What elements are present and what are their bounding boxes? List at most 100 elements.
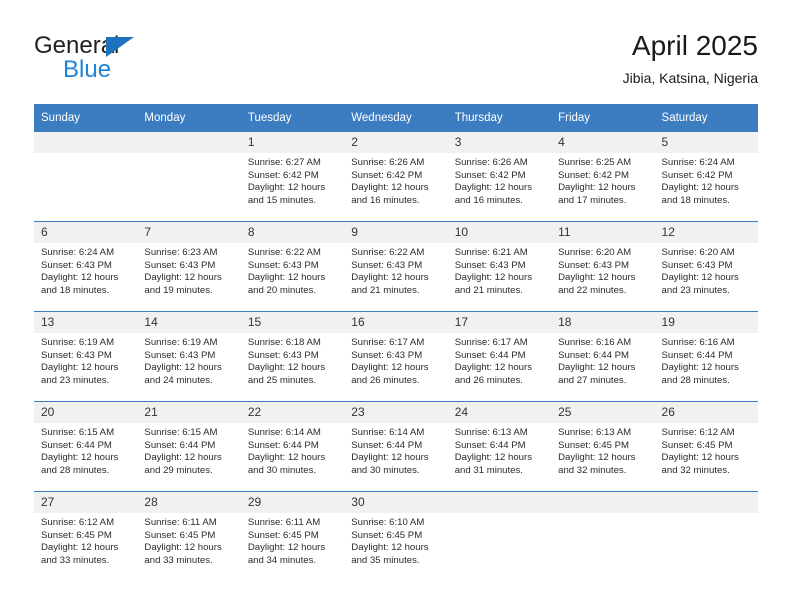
sunset-text: Sunset: 6:43 PM — [144, 259, 216, 271]
daylight-text-line2: and 15 minutes. — [247, 194, 317, 206]
calendar-day-cell[interactable]: 18 Sunrise: 6:16 AM Sunset: 6:44 PM Dayligh… — [551, 311, 655, 402]
sunset-text: Sunset: 6:42 PM — [558, 169, 630, 181]
daylight-text-line1: Daylight: 12 hours — [454, 272, 533, 284]
calendar-day-cell[interactable]: 30 Sunrise: 6:10 AM Sunset: 6:45 PM Dayligh… — [344, 491, 448, 581]
day-details: Sunrise: 6:11 AM Sunset: 6:45 PM Daylight:… — [137, 513, 240, 567]
page-header: General Blue April 2025 Jibia, Katsina, … — [34, 28, 758, 98]
daylight-text-line1: Daylight: 12 hours — [558, 272, 636, 284]
daylight-text-line1: Daylight: 12 hours — [41, 272, 119, 284]
daylight-text-line1: Daylight: 12 hours — [351, 272, 429, 284]
calendar-day-cell[interactable]: 5 Sunrise: 6:24 AM Sunset: 6:42 PM Daylight… — [654, 132, 758, 222]
sunrise-text: Sunrise: 6:23 AM — [144, 247, 218, 258]
day-number: 17 — [447, 312, 552, 333]
calendar-day-cell[interactable]: 7 Sunrise: 6:23 AM Sunset: 6:43 PM Daylight… — [137, 221, 241, 312]
calendar-day-cell[interactable]: 2 Sunrise: 6:26 AM Sunset: 6:42 PM Daylight… — [344, 132, 448, 222]
sunrise-text: Sunrise: 6:18 AM — [247, 337, 321, 348]
sunrise-text: Sunrise: 6:15 AM — [41, 427, 115, 438]
daylight-text-line2: and 21 minutes. — [454, 284, 523, 296]
day-number: 13 — [34, 312, 138, 333]
day-number: 18 — [551, 312, 655, 333]
day-number: 14 — [137, 312, 241, 333]
calendar-day-cell[interactable]: 25 Sunrise: 6:13 AM Sunset: 6:45 PM Dayligh… — [551, 401, 655, 492]
calendar-day-cell[interactable]: 3 Sunrise: 6:26 AM Sunset: 6:42 PM Daylight… — [447, 132, 552, 222]
sunset-text: Sunset: 6:45 PM — [247, 529, 319, 541]
calendar-day-cell[interactable]: 29 Sunrise: 6:11 AM Sunset: 6:45 PM Dayligh… — [240, 491, 345, 581]
sunset-text: Sunset: 6:42 PM — [351, 169, 423, 181]
day-number — [447, 492, 552, 513]
day-details: Sunrise: 6:19 AM Sunset: 6:43 PM Daylight:… — [34, 333, 137, 387]
sunset-text: Sunset: 6:43 PM — [41, 259, 112, 271]
calendar-day-cell[interactable]: 17 Sunrise: 6:17 AM Sunset: 6:44 PM Dayligh… — [447, 311, 552, 402]
calendar-day-cell[interactable]: 21 Sunrise: 6:15 AM Sunset: 6:44 PM Dayligh… — [137, 401, 241, 492]
daylight-text-line2: and 19 minutes. — [144, 284, 213, 296]
calendar-day-cell[interactable]: 4 Sunrise: 6:25 AM Sunset: 6:42 PM Daylight… — [551, 132, 655, 222]
day-details: Sunrise: 6:15 AM Sunset: 6:44 PM Daylight:… — [34, 423, 137, 477]
sunset-text: Sunset: 6:45 PM — [661, 439, 733, 451]
calendar-day-cell[interactable]: 12 Sunrise: 6:20 AM Sunset: 6:43 PM Dayligh… — [654, 221, 758, 312]
calendar-day-cell[interactable]: 8 Sunrise: 6:22 AM Sunset: 6:43 PM Daylight… — [240, 221, 345, 312]
day-number — [137, 132, 241, 153]
daylight-text-line2: and 31 minutes. — [454, 464, 523, 476]
sunrise-text: Sunrise: 6:13 AM — [558, 427, 632, 438]
calendar-day-cell[interactable]: 6 Sunrise: 6:24 AM Sunset: 6:43 PM Daylight… — [34, 221, 138, 312]
day-number — [654, 492, 758, 513]
day-number: 4 — [551, 132, 655, 153]
page-title: April 2025 — [631, 30, 758, 61]
daylight-text-line1: Daylight: 12 hours — [247, 542, 326, 554]
day-number: 12 — [654, 222, 758, 243]
sunset-text: Sunset: 6:45 PM — [351, 529, 423, 541]
daylight-text-line2: and 28 minutes. — [661, 374, 730, 386]
calendar-day-cell[interactable]: 16 Sunrise: 6:17 AM Sunset: 6:43 PM Dayligh… — [344, 311, 448, 402]
daylight-text-line1: Daylight: 12 hours — [454, 452, 533, 464]
calendar-header-row: Sunday Monday Tuesday Wednesday Thursday… — [34, 104, 758, 132]
calendar-body: 1 Sunrise: 6:27 AM Sunset: 6:42 PM Daylight… — [34, 132, 758, 581]
calendar-day-cell[interactable]: 20 Sunrise: 6:15 AM Sunset: 6:44 PM Dayligh… — [34, 401, 138, 492]
daylight-text-line1: Daylight: 12 hours — [41, 542, 119, 554]
weekday-header-monday: Monday — [137, 104, 241, 132]
day-number: 23 — [344, 402, 448, 423]
sunset-text: Sunset: 6:44 PM — [144, 439, 216, 451]
sunrise-text: Sunrise: 6:14 AM — [247, 427, 321, 438]
daylight-text-line2: and 26 minutes. — [351, 374, 420, 386]
calendar-day-cell[interactable]: 28 Sunrise: 6:11 AM Sunset: 6:45 PM Dayligh… — [137, 491, 241, 581]
calendar-day-cell[interactable]: 23 Sunrise: 6:14 AM Sunset: 6:44 PM Dayligh… — [344, 401, 448, 492]
calendar-day-cell[interactable]: 22 Sunrise: 6:14 AM Sunset: 6:44 PM Dayligh… — [240, 401, 345, 492]
day-number: 10 — [447, 222, 552, 243]
day-details: Sunrise: 6:24 AM Sunset: 6:43 PM Daylight:… — [34, 243, 137, 297]
daylight-text-line1: Daylight: 12 hours — [661, 362, 739, 374]
day-number: 21 — [137, 402, 241, 423]
calendar-day-cell[interactable]: 24 Sunrise: 6:13 AM Sunset: 6:44 PM Dayligh… — [447, 401, 552, 492]
calendar-day-cell[interactable]: 10 Sunrise: 6:21 AM Sunset: 6:43 PM Dayligh… — [447, 221, 552, 312]
calendar-day-cell[interactable]: 13 Sunrise: 6:19 AM Sunset: 6:43 PM Dayligh… — [34, 311, 138, 402]
day-details: Sunrise: 6:26 AM Sunset: 6:42 PM Daylight:… — [344, 153, 447, 207]
sunrise-text: Sunrise: 6:22 AM — [247, 247, 321, 258]
day-number: 7 — [137, 222, 241, 243]
sunrise-text: Sunrise: 6:20 AM — [661, 247, 735, 258]
calendar-day-cell[interactable]: 14 Sunrise: 6:19 AM Sunset: 6:43 PM Dayligh… — [137, 311, 241, 402]
day-details: Sunrise: 6:25 AM Sunset: 6:42 PM Daylight:… — [551, 153, 654, 207]
sunset-text: Sunset: 6:43 PM — [247, 259, 319, 271]
day-details: Sunrise: 6:15 AM Sunset: 6:44 PM Daylight:… — [137, 423, 240, 477]
calendar-day-cell[interactable]: 26 Sunrise: 6:12 AM Sunset: 6:45 PM Dayligh… — [654, 401, 758, 492]
calendar-day-cell[interactable]: 19 Sunrise: 6:16 AM Sunset: 6:44 PM Dayligh… — [654, 311, 758, 402]
day-details: Sunrise: 6:16 AM Sunset: 6:44 PM Daylight:… — [655, 333, 758, 387]
day-number: 9 — [344, 222, 448, 243]
daylight-text-line2: and 16 minutes. — [454, 194, 523, 206]
day-details: Sunrise: 6:11 AM Sunset: 6:45 PM Daylight:… — [241, 513, 344, 567]
calendar-day-cell[interactable]: 9 Sunrise: 6:22 AM Sunset: 6:43 PM Daylight… — [344, 221, 448, 312]
calendar-day-cell[interactable]: 11 Sunrise: 6:20 AM Sunset: 6:43 PM Dayligh… — [551, 221, 655, 312]
daylight-text-line2: and 18 minutes. — [41, 284, 110, 296]
calendar-day-cell[interactable]: 15 Sunrise: 6:18 AM Sunset: 6:43 PM Dayligh… — [240, 311, 345, 402]
day-details: Sunrise: 6:17 AM Sunset: 6:44 PM Daylight:… — [448, 333, 551, 387]
daylight-text-line1: Daylight: 12 hours — [351, 452, 429, 464]
calendar-week-row: 1 Sunrise: 6:27 AM Sunset: 6:42 PM Daylight… — [34, 132, 758, 222]
calendar-day-cell[interactable]: 27 Sunrise: 6:12 AM Sunset: 6:45 PM Dayligh… — [34, 491, 138, 581]
day-number — [34, 132, 138, 153]
day-details: Sunrise: 6:26 AM Sunset: 6:42 PM Daylight:… — [448, 153, 551, 207]
calendar-week-row: 20 Sunrise: 6:15 AM Sunset: 6:44 PM Dayligh… — [34, 401, 758, 492]
sunset-text: Sunset: 6:44 PM — [454, 439, 526, 451]
calendar-day-cell[interactable]: 1 Sunrise: 6:27 AM Sunset: 6:42 PM Daylight… — [240, 132, 345, 222]
sunrise-text: Sunrise: 6:12 AM — [41, 517, 115, 528]
daylight-text-line1: Daylight: 12 hours — [351, 542, 429, 554]
logo-triangle-icon — [106, 37, 134, 57]
